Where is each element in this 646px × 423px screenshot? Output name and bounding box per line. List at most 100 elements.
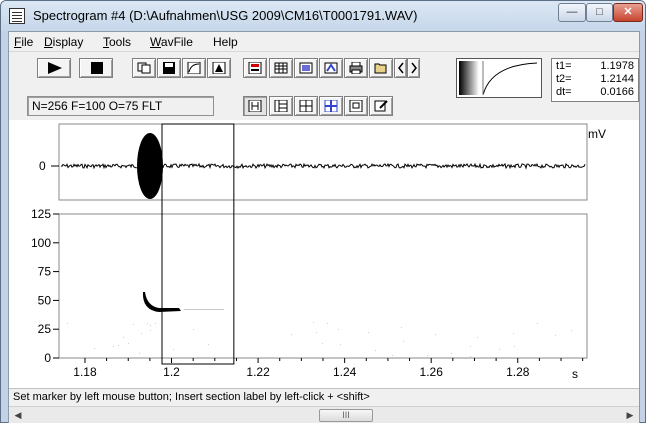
- noise-speck: [316, 332, 317, 333]
- noise-speck: [173, 349, 174, 350]
- print-icon: [349, 62, 363, 74]
- x-tick-label: 1.22: [246, 365, 270, 379]
- calc-button[interactable]: [243, 58, 267, 78]
- edit-icon: [374, 100, 388, 112]
- window2-icon: [274, 100, 288, 112]
- waveform-burst: [137, 133, 163, 199]
- title-bar[interactable]: Spectrogram #4 (D:\Aufnahmen\USG 2009\CM…: [1, 1, 645, 31]
- t1-label: t1=: [556, 60, 572, 72]
- spectrogram-app-icon[interactable]: [9, 8, 25, 24]
- noise-speck: [470, 346, 471, 347]
- window3-icon: [299, 100, 313, 112]
- noise-speck: [94, 348, 95, 349]
- close-button[interactable]: ✕: [613, 3, 643, 22]
- filter-button[interactable]: [319, 58, 343, 78]
- prev-button[interactable]: [394, 58, 407, 78]
- plot-area[interactable]: mV 0 125 100 75 50 25 0 1.18 1.2 1.22 1.24 1.26 1.…: [9, 120, 639, 388]
- noise-speck: [139, 353, 140, 354]
- x-tick-label: 1.18: [73, 365, 97, 379]
- noise-speck: [340, 344, 341, 345]
- menu-help-label: Help: [213, 35, 238, 49]
- window5-button[interactable]: [344, 96, 368, 116]
- zoom-button[interactable]: [294, 58, 318, 78]
- menu-display-label: isplay: [52, 35, 84, 49]
- noise-speck: [571, 330, 572, 331]
- noise-speck: [141, 333, 142, 334]
- noise-speck: [368, 332, 369, 333]
- analysis-params: N=256 F=100 O=75 FLT: [27, 96, 214, 116]
- maximize-icon: □: [596, 6, 603, 18]
- play-button[interactable]: [37, 58, 71, 78]
- window4-button[interactable]: [319, 96, 343, 116]
- stop-button[interactable]: [79, 58, 113, 78]
- y-tick-label: 100: [31, 236, 51, 250]
- menu-tools-label: ools: [109, 35, 132, 49]
- menu-display-accel: D: [44, 35, 53, 49]
- menu-file[interactable]: File: [14, 35, 33, 49]
- print-button[interactable]: [344, 58, 368, 78]
- scroll-right-icon[interactable]: ▶: [623, 409, 637, 422]
- spectrogram-plot[interactable]: mV 0 1251007550250 1.18 1.2 1.22 1.24 1.26 1.…: [9, 120, 639, 388]
- envelope-button[interactable]: [182, 58, 206, 78]
- copy-icon: [137, 62, 151, 74]
- client-area: File Display Tools WavFile Help N=256 F=…: [8, 31, 640, 423]
- y-tick-label: 0: [44, 351, 51, 365]
- y-tick-label: 75: [38, 265, 52, 279]
- minimize-icon: —: [566, 6, 578, 18]
- menu-help[interactable]: Help: [213, 35, 238, 49]
- save-icon: [163, 62, 175, 74]
- prev-icon: [398, 62, 404, 74]
- open-icon: [374, 63, 387, 74]
- noise-speck: [208, 344, 209, 345]
- noise-speck: [392, 355, 393, 356]
- next-icon: [411, 62, 417, 74]
- horizontal-scrollbar[interactable]: ◀ III ▶: [9, 406, 639, 423]
- noise-speck: [113, 346, 114, 347]
- scroll-thumb[interactable]: III: [319, 409, 373, 422]
- open-button[interactable]: [369, 58, 393, 78]
- triangle-button[interactable]: [207, 58, 231, 78]
- close-icon: ✕: [623, 6, 633, 18]
- window4-icon: [324, 100, 338, 112]
- y-tick-label: 50: [38, 293, 52, 307]
- t2-label: t2=: [556, 73, 572, 85]
- t2-value: 1.2144: [600, 73, 634, 85]
- noise-speck: [427, 355, 428, 356]
- menu-tools[interactable]: Tools: [103, 35, 131, 49]
- noise-speck: [470, 356, 471, 357]
- menu-file-label: ile: [21, 35, 34, 49]
- noise-speck: [338, 329, 339, 330]
- spectrogram-panel[interactable]: [58, 213, 588, 359]
- menu-display[interactable]: Display: [44, 35, 83, 49]
- minimize-button[interactable]: —: [558, 3, 586, 22]
- y-tick-label: 25: [38, 322, 52, 336]
- x-tick-label: 1.24: [333, 365, 357, 379]
- y-axis: 125 100 75 50 25 0: [31, 207, 59, 365]
- noise-speck: [375, 350, 376, 351]
- edit-button[interactable]: [369, 96, 393, 116]
- marker-readout: t1= 1.1978 t2= 1.2144 dt= 0.0166: [551, 58, 639, 102]
- noise-speck: [128, 343, 129, 344]
- menu-wavfile[interactable]: WavFile: [150, 35, 193, 49]
- grid-button[interactable]: [269, 58, 293, 78]
- maximize-button[interactable]: □: [586, 3, 613, 22]
- window-title: Spectrogram #4 (D:\Aufnahmen\USG 2009\CM…: [33, 8, 418, 23]
- window2-button[interactable]: [269, 96, 293, 116]
- noise-speck: [327, 323, 328, 324]
- scroll-left-icon[interactable]: ◀: [11, 409, 25, 422]
- save-button[interactable]: [157, 58, 181, 78]
- window3-button[interactable]: [294, 96, 318, 116]
- copy-button[interactable]: [132, 58, 156, 78]
- envelope-curve-preview[interactable]: [456, 58, 542, 98]
- status-bar: Set marker by left mouse button; Insert …: [9, 388, 639, 405]
- calc-icon: [248, 62, 262, 74]
- envelope-icon: [187, 62, 201, 74]
- noise-speck: [499, 349, 500, 350]
- noise-speck: [451, 353, 452, 354]
- next-button[interactable]: [407, 58, 420, 78]
- dt-label: dt=: [556, 86, 572, 98]
- noise-speck: [555, 335, 556, 336]
- play-icon: [48, 62, 62, 74]
- window1-button[interactable]: [243, 96, 267, 116]
- x-tick-label: 1.28: [506, 365, 530, 379]
